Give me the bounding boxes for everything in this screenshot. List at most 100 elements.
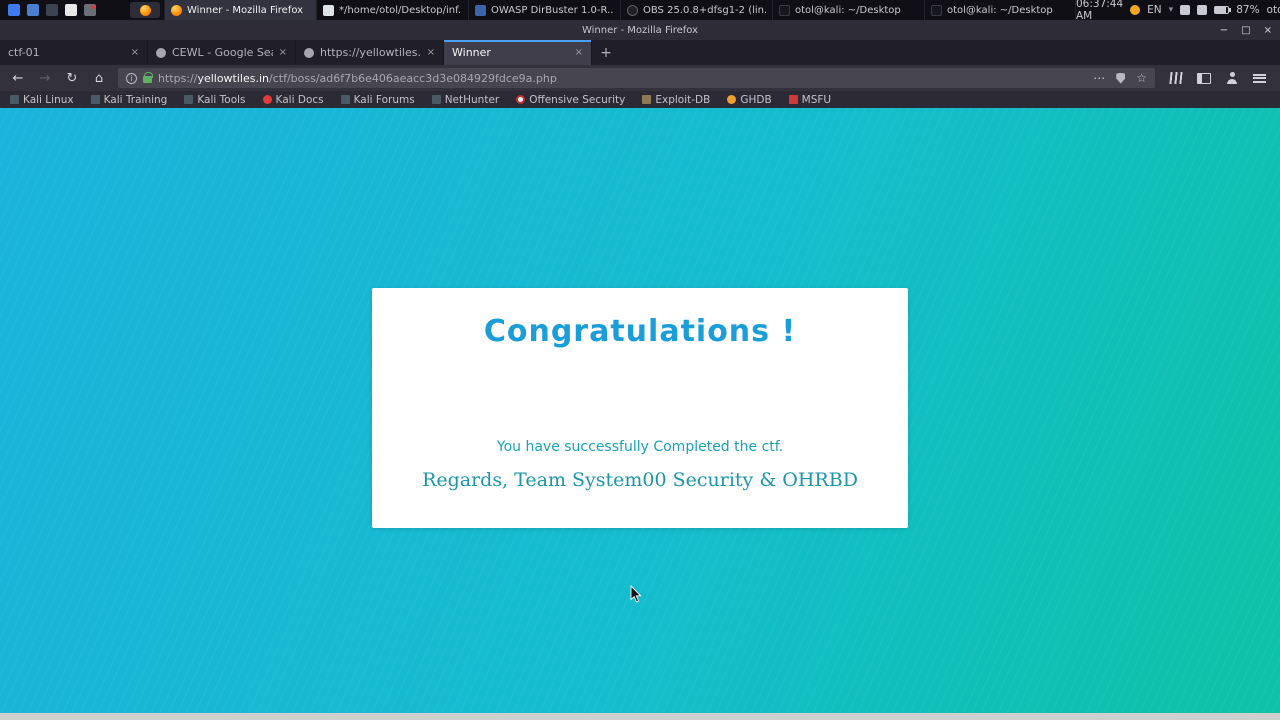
volume-icon[interactable] [1180, 5, 1191, 15]
nethunter-icon [431, 95, 441, 104]
kali-docs-icon [262, 95, 272, 104]
firefox-active-app-indicator[interactable] [130, 2, 160, 18]
taskbar-window-dirbuster[interactable]: OWASP DirBuster 1.0-R... [468, 0, 620, 20]
url-path: /ctf/boss/ad6f7b6e406aeacc3d3e084929fdce… [269, 71, 557, 85]
desktop-screen: Winner - Mozilla Firefox */home/otol/Des… [0, 0, 1280, 720]
taskbar-window-firefox[interactable]: Winner - Mozilla Firefox [164, 0, 316, 20]
forward-button[interactable]: → [37, 71, 53, 86]
page-content: Congratulations ! You have successfully … [0, 108, 1280, 713]
kali-menu-icon[interactable] [8, 4, 20, 16]
https-lock-icon [143, 71, 153, 83]
taskbar-window-obs[interactable]: OBS 25.0.8+dfsg1-2 (lin... [620, 0, 772, 20]
keyboard-layout-indicator[interactable]: EN [1147, 4, 1162, 16]
globe-favicon-icon [156, 47, 166, 58]
taskbar-window-label: Winner - Mozilla Firefox [187, 4, 304, 16]
tab-winner[interactable]: Winner × [444, 40, 592, 65]
back-button[interactable]: ← [10, 71, 26, 86]
bookmark-exploit-db[interactable]: Exploit-DB [642, 94, 710, 106]
new-tab-button[interactable]: + [592, 40, 620, 65]
text-editor-icon [323, 4, 334, 16]
offensive-security-icon [516, 95, 526, 104]
bookmark-nethunter[interactable]: NetHunter [431, 93, 500, 106]
bookmark-label: Kali Forums [353, 93, 415, 106]
close-button[interactable]: × [1264, 25, 1272, 36]
battery-percent: 87% [1236, 4, 1260, 16]
terminal-launcher-icon[interactable] [27, 4, 39, 16]
taskbar-window-terminal-1[interactable]: otol@kali: ~/Desktop [772, 0, 924, 20]
taskbar-window-list: Winner - Mozilla Firefox */home/otol/Des… [164, 0, 1076, 20]
bookmark-label: MSFU [801, 93, 832, 106]
maximize-button[interactable]: □ [1241, 25, 1250, 36]
bookmark-kali-training[interactable]: Kali Training [90, 93, 168, 106]
url-domain: yellowtiles.in [197, 71, 270, 85]
terminal-icon [779, 4, 790, 16]
bookmark-ghdb[interactable]: GHDB [727, 93, 772, 106]
shield-icon[interactable] [1116, 72, 1126, 84]
screen-recorder-icon[interactable] [84, 4, 96, 16]
bookmark-kali-docs[interactable]: Kali Docs [262, 93, 324, 106]
terminal-icon [931, 4, 942, 16]
bookmark-label: GHDB [740, 93, 772, 106]
bookmark-kali-tools[interactable]: Kali Tools [184, 93, 246, 106]
bookmark-label: Offensive Security [529, 93, 626, 106]
taskbar-window-editor[interactable]: */home/otol/Desktop/inf... [316, 0, 468, 20]
kali-dragon-icon [10, 95, 19, 104]
bookmark-label: Exploit-DB [655, 93, 711, 106]
url-bar-actions: ⋯ ☆ [1093, 71, 1147, 85]
notification-icon[interactable] [1130, 5, 1141, 15]
tab-yellowtiles-ctf[interactable]: https://yellowtiles.in/ctf/ × [296, 40, 444, 65]
kali-dragon-icon [340, 95, 350, 104]
taskbar-window-label: otol@kali: ~/Desktop [947, 4, 1053, 16]
site-info-icon[interactable]: i [126, 72, 137, 84]
taskbar-window-terminal-2[interactable]: otol@kali: ~/Desktop [924, 0, 1076, 20]
tab-close-icon[interactable]: × [575, 47, 583, 58]
url-text: https://yellowtiles.in/ctf/boss/ad6f7b6e… [158, 72, 557, 85]
url-bar[interactable]: i https://yellowtiles.in/ctf/boss/ad6f7b… [118, 68, 1155, 88]
bottom-panel-edge [0, 713, 1280, 720]
bookmark-kali-forums[interactable]: Kali Forums [340, 93, 415, 106]
bookmark-label: Kali Docs [275, 93, 324, 106]
minimize-button[interactable]: − [1220, 25, 1228, 36]
tab-close-icon[interactable]: × [427, 47, 435, 58]
bookmark-label: Kali Tools [197, 93, 246, 106]
taskbar-launchers [0, 4, 104, 16]
window-title: Winner - Mozilla Firefox [581, 24, 699, 36]
bookmark-kali-linux[interactable]: Kali Linux [10, 94, 74, 106]
files-launcher-icon[interactable] [46, 4, 58, 16]
ghdb-icon [727, 95, 737, 104]
menu-icon[interactable] [1253, 73, 1266, 83]
bookmark-label: NetHunter [444, 93, 500, 106]
reload-button[interactable]: ↻ [64, 71, 80, 86]
bookmark-label: Kali Training [103, 93, 168, 106]
tab-close-icon[interactable]: × [131, 47, 139, 58]
network-icon[interactable] [1197, 5, 1208, 15]
firefox-icon [139, 4, 151, 16]
kali-dragon-icon [184, 95, 194, 104]
success-message: You have successfully Completed the ctf. [496, 439, 784, 455]
globe-favicon-icon [304, 47, 314, 58]
system-taskbar: Winner - Mozilla Firefox */home/otol/Des… [0, 0, 1280, 22]
bookmarks-toolbar: Kali Linux Kali Training Kali Tools Kali… [0, 91, 1280, 108]
page-actions-icon[interactable]: ⋯ [1093, 71, 1105, 85]
bookmark-offensive-security[interactable]: Offensive Security [516, 94, 625, 106]
bookmark-msfu[interactable]: MSFU [788, 93, 832, 106]
taskbar-window-label: otol@kali: ~/Desktop [795, 4, 901, 16]
sidebar-icon[interactable] [1197, 72, 1211, 84]
firefox-titlebar: Winner - Mozilla Firefox − □ × [0, 20, 1280, 40]
tab-label: ctf-01 [8, 46, 40, 59]
caret-down-icon[interactable]: ▾ [1169, 5, 1174, 15]
msfu-icon [788, 95, 798, 104]
account-icon[interactable] [1226, 72, 1238, 84]
tab-ctf-01[interactable]: ctf-01 × [0, 40, 148, 65]
home-button[interactable]: ⌂ [91, 71, 107, 86]
tab-close-icon[interactable]: × [279, 47, 287, 58]
bookmark-star-icon[interactable]: ☆ [1136, 71, 1147, 85]
taskbar-window-label: OBS 25.0.8+dfsg1-2 (lin... [643, 4, 766, 16]
clock[interactable]: 06:37:44 AM [1076, 0, 1123, 22]
editor-launcher-icon[interactable] [65, 4, 77, 16]
exploit-db-icon [642, 95, 652, 104]
mouse-cursor [630, 585, 642, 603]
library-icon[interactable] [1169, 72, 1183, 84]
tab-cewl-google-search[interactable]: CEWL - Google Search × [148, 40, 296, 65]
obs-icon [627, 4, 638, 16]
